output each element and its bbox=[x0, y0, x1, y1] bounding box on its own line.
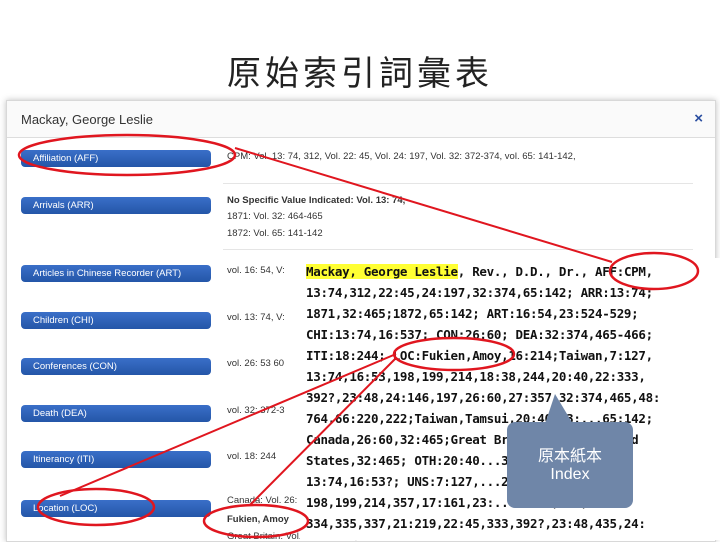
annotation-ellipse-location bbox=[36, 487, 156, 527]
annotation-ellipse-loc-fukien bbox=[392, 336, 516, 372]
annotation-ellipse-affiliation bbox=[17, 133, 237, 177]
callout-line-2: Index bbox=[550, 466, 590, 483]
annotation-line bbox=[249, 357, 397, 506]
callout-box: 原本紙本 Index bbox=[507, 422, 633, 508]
annotation-ellipse-fukien bbox=[202, 503, 310, 539]
annotation-line bbox=[59, 353, 397, 497]
annotation-line bbox=[234, 147, 613, 263]
callout-tail bbox=[545, 394, 573, 424]
annotation-ellipse-aff-cpm bbox=[608, 251, 700, 291]
callout-line-1: 原本紙本 bbox=[537, 448, 602, 465]
